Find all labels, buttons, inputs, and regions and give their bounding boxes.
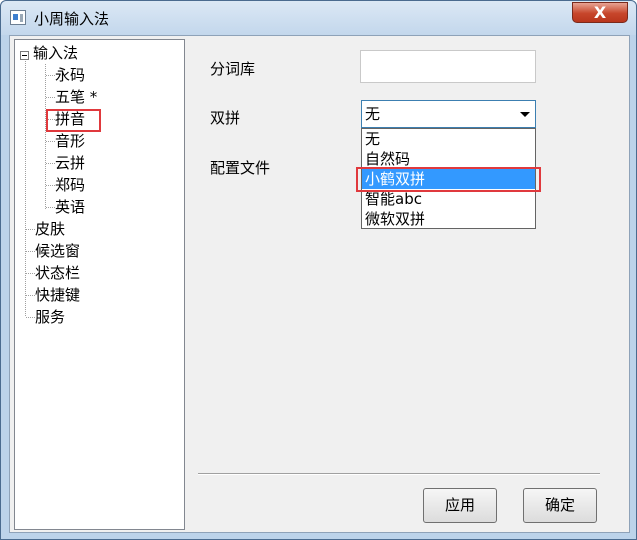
tree-item-service[interactable]: 服务 [35, 306, 65, 328]
tree-item-yunpin[interactable]: 云拼 [55, 152, 85, 174]
tree-child-line [45, 64, 46, 209]
tree-item-yongma[interactable]: 永码 [55, 64, 85, 86]
tree-connector [46, 75, 55, 76]
config-file-label: 配置文件 [210, 159, 271, 177]
ok-button[interactable]: 确定 [523, 488, 597, 523]
tree-connector [46, 185, 55, 186]
collapse-icon[interactable] [20, 51, 29, 60]
app-window-icon [10, 10, 26, 25]
tree-item-candidate-window[interactable]: 候选窗 [35, 240, 80, 262]
dropdown-option-microsoft[interactable]: 微软双拼 [362, 209, 535, 229]
button-separator [198, 473, 600, 475]
dict-label: 分词库 [210, 60, 256, 78]
tree-item-label: 输入法 [33, 44, 79, 62]
tree-connector [46, 207, 55, 208]
window-title: 小周输入法 [34, 10, 110, 28]
dropdown-option-none[interactable]: 无 [362, 129, 535, 149]
xiaohe-highlight-box [356, 167, 541, 192]
tree-connector [46, 141, 55, 142]
client-area: 输入法 永码 五笔 * 拼音 音形 云拼 郑码 英语 皮肤 候选窗 状态栏 快捷… [9, 35, 630, 533]
tree-connector [26, 273, 35, 274]
tree-connector [26, 295, 35, 296]
tree-item-status-bar[interactable]: 状态栏 [35, 262, 80, 284]
tree-item-wubi[interactable]: 五笔 * [55, 86, 97, 108]
tree-connector [46, 163, 55, 164]
tree-item-zhengma[interactable]: 郑码 [55, 174, 85, 196]
shuangpin-label: 双拼 [210, 109, 241, 127]
tree-item-skin[interactable]: 皮肤 [35, 218, 65, 240]
apply-button[interactable]: 应用 [423, 488, 497, 523]
tree-root-line [25, 61, 26, 316]
tree-connector [46, 97, 55, 98]
tree-item-yinxing[interactable]: 音形 [55, 130, 85, 152]
app-window: 小周输入法 X 输入法 永码 五笔 * 拼音 音形 云拼 郑码 英语 皮肤 候选… [0, 0, 637, 540]
shuangpin-select[interactable]: 无 [361, 100, 536, 128]
tree-item-hotkeys[interactable]: 快捷键 [35, 284, 80, 306]
chevron-down-icon[interactable] [520, 112, 530, 117]
close-button[interactable]: X [572, 2, 628, 23]
tree-connector [26, 317, 35, 318]
settings-tree[interactable]: 输入法 永码 五笔 * 拼音 音形 云拼 郑码 英语 皮肤 候选窗 状态栏 快捷… [14, 39, 185, 530]
dropdown-option-ziranma[interactable]: 自然码 [362, 149, 535, 169]
tree-connector [26, 251, 35, 252]
shuangpin-select-value: 无 [365, 105, 381, 123]
dict-input[interactable] [360, 50, 536, 83]
tree-connector [26, 229, 35, 230]
dropdown-option-zhineng-abc[interactable]: 智能abc [362, 189, 535, 209]
title-bar[interactable]: 小周输入法 X [1, 1, 636, 35]
pinyin-highlight-box [46, 109, 101, 132]
tree-item-english[interactable]: 英语 [55, 196, 85, 218]
